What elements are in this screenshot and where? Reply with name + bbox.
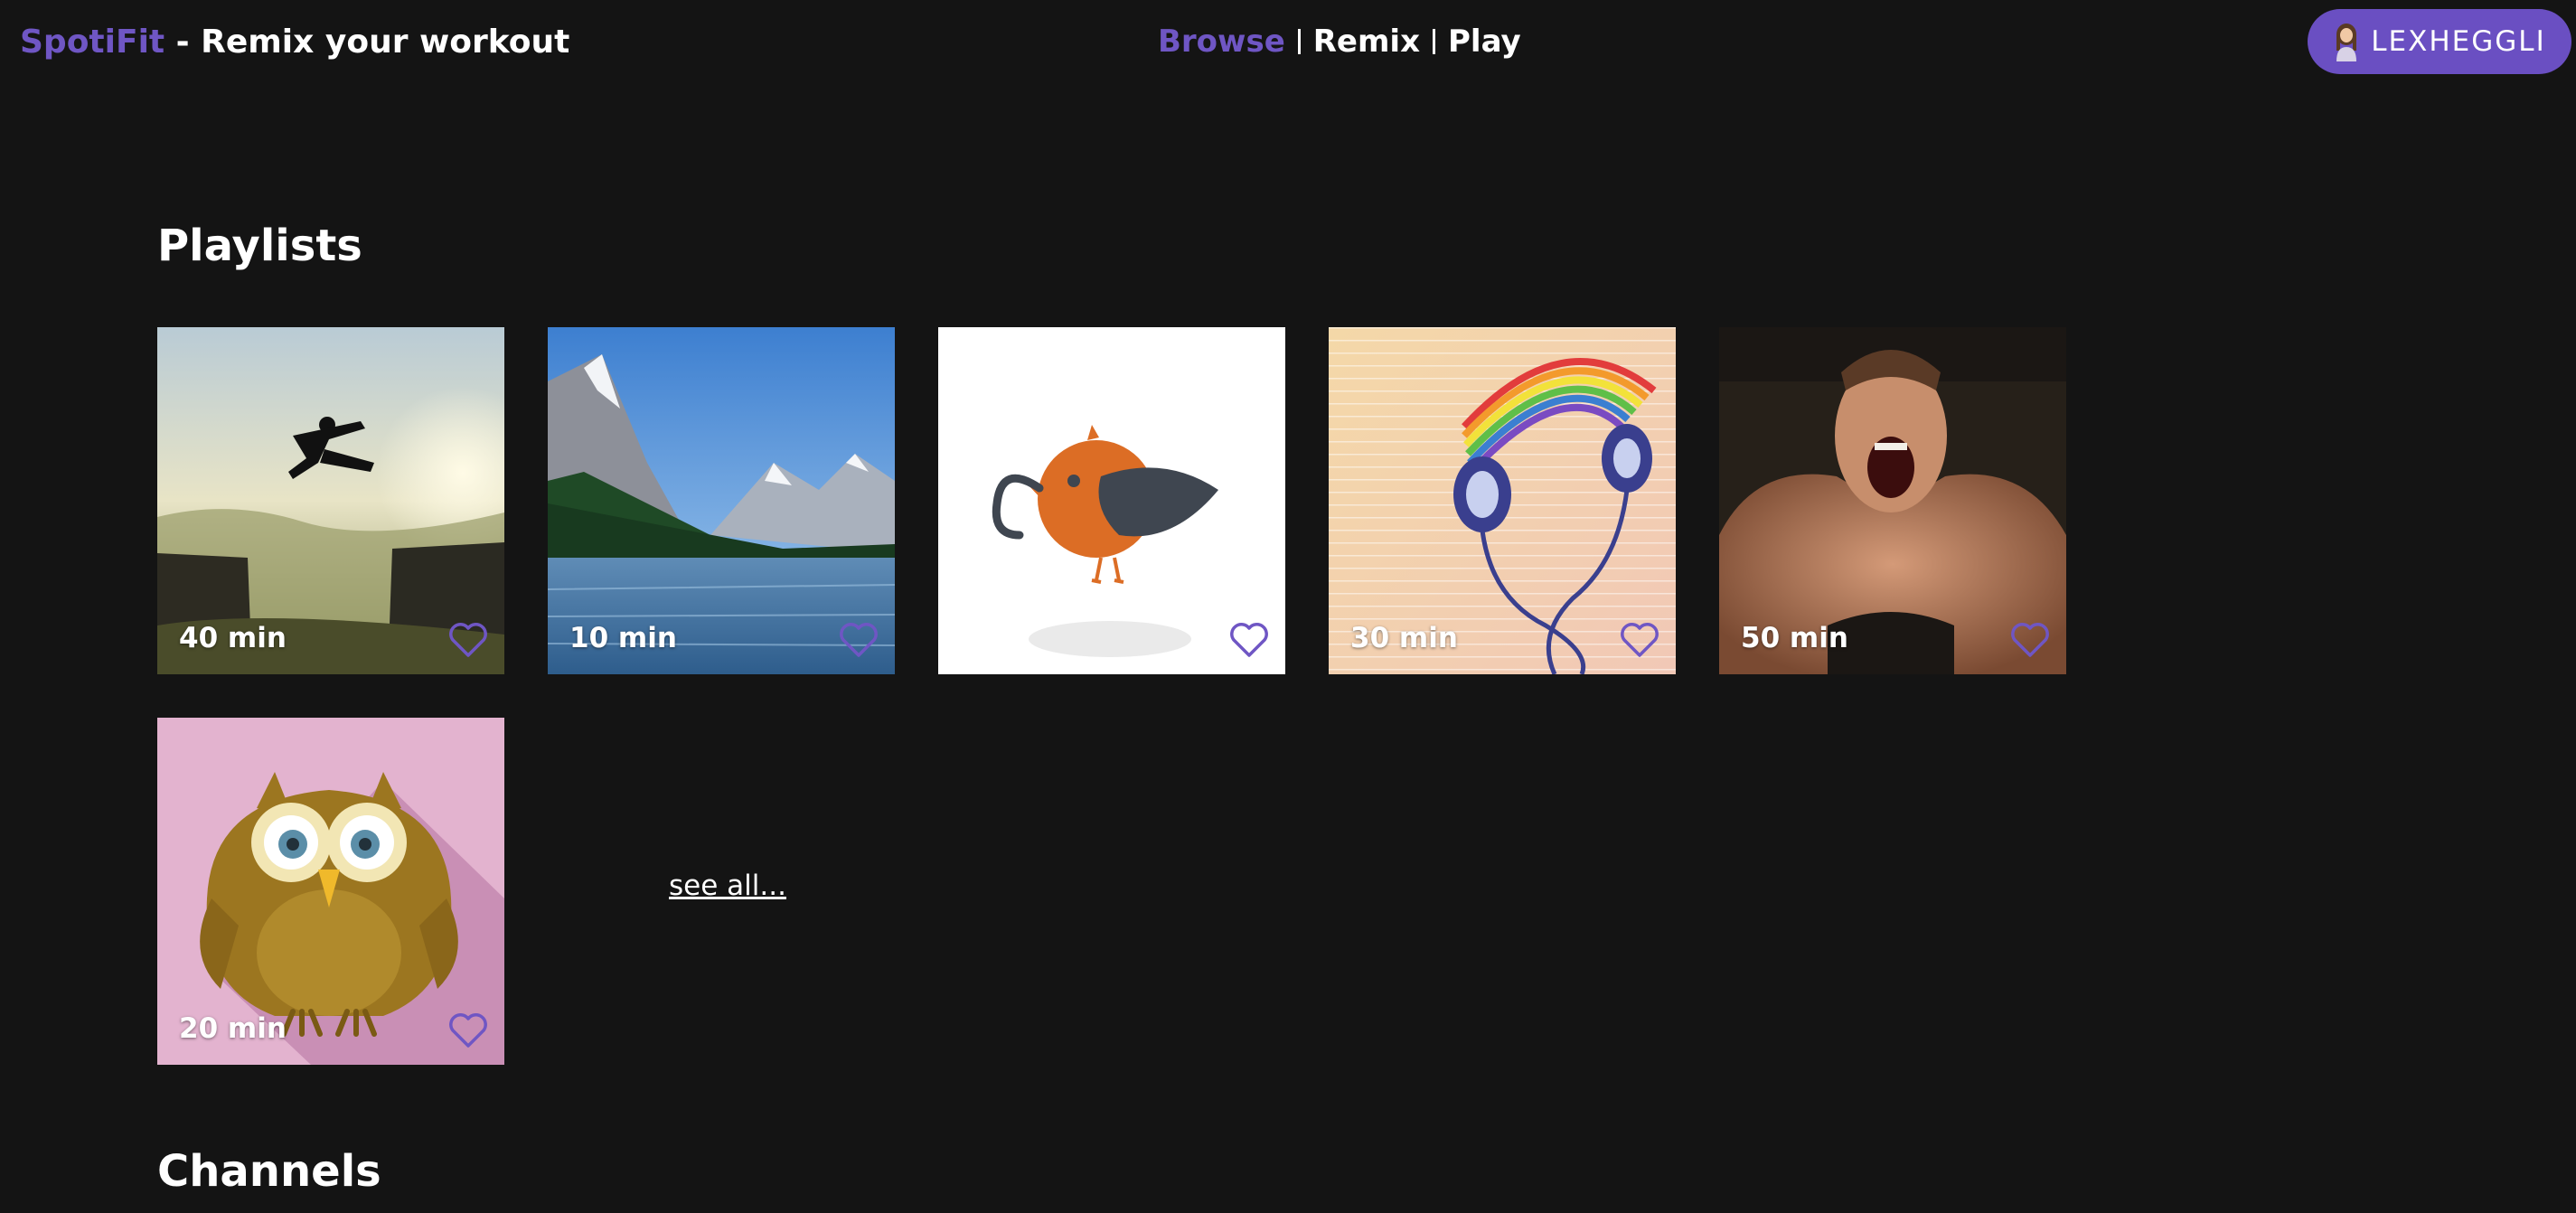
- playlist-duration: 50 min: [1741, 622, 1848, 654]
- nav-play[interactable]: Play: [1448, 24, 1521, 60]
- nav-divider: [1433, 29, 1436, 54]
- brand-tagline: - Remix your workout: [165, 24, 570, 61]
- playlist-tile[interactable]: 50 min: [1719, 327, 2066, 674]
- heart-icon[interactable]: [839, 622, 879, 658]
- user-menu-button[interactable]: LEXHEGGLI: [2308, 9, 2571, 74]
- playlist-tile[interactable]: 10 min: [548, 327, 895, 674]
- playlist-duration: 10 min: [569, 622, 677, 654]
- nav-browse[interactable]: Browse: [1158, 24, 1285, 60]
- nav-remix[interactable]: Remix: [1313, 24, 1420, 60]
- heart-icon[interactable]: [1229, 622, 1269, 658]
- playlist-tile[interactable]: [938, 327, 1285, 674]
- heart-icon[interactable]: [448, 1012, 488, 1048]
- playlist-tile[interactable]: 40 min: [157, 327, 504, 674]
- brand-name: SpotiFit: [20, 24, 165, 61]
- heart-icon[interactable]: [448, 622, 488, 658]
- playlist-duration: 20 min: [179, 1012, 287, 1045]
- playlist-duration: 30 min: [1350, 622, 1458, 654]
- person-avatar-icon: [2336, 24, 2357, 61]
- nav-divider: [1297, 29, 1301, 54]
- heart-icon[interactable]: [2010, 622, 2050, 658]
- channels-heading: Channels: [157, 1146, 381, 1197]
- playlist-tile[interactable]: 30 min: [1329, 327, 1676, 674]
- username: LEXHEGGLI: [2371, 25, 2546, 58]
- playlist-duration: 40 min: [179, 622, 287, 654]
- app-brand: SpotiFit - Remix your workout: [20, 24, 569, 61]
- see-all-link[interactable]: see all...: [669, 870, 786, 902]
- playlists-heading: Playlists: [157, 221, 362, 271]
- playlist-tile[interactable]: 20 min: [157, 718, 504, 1065]
- heart-icon[interactable]: [1620, 622, 1659, 658]
- main-nav: Browse Remix Play: [1158, 24, 1521, 60]
